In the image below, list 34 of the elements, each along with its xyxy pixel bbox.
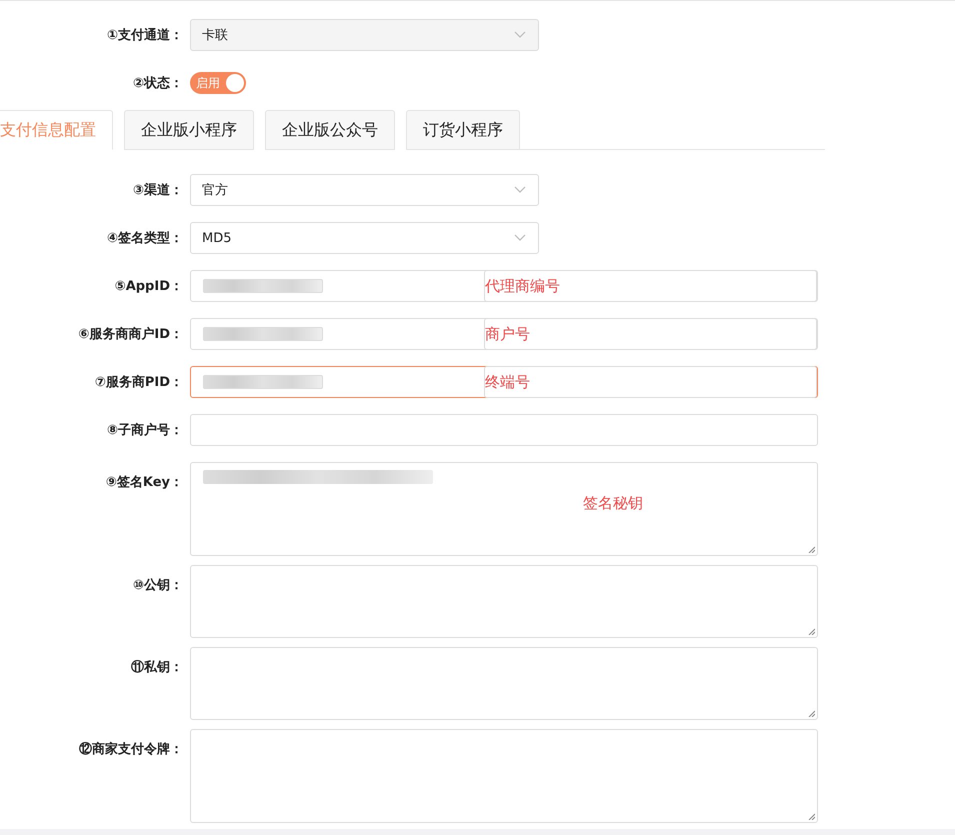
- chevron-down-icon: [514, 234, 526, 242]
- annotation-text: 签名秘钥: [583, 494, 643, 513]
- resize-handle-icon[interactable]: [808, 546, 815, 553]
- field-label: ⑩公钥：: [132, 577, 183, 594]
- tab[interactable]: 企业版公众号: [265, 110, 395, 150]
- tab[interactable]: 订货小程序: [406, 110, 520, 150]
- field-label: ①支付通道：: [106, 27, 183, 44]
- field-label: ⑦服务商PID：: [94, 374, 183, 391]
- input-field[interactable]: 商户号: [190, 318, 818, 350]
- field-label: ③渠道：: [132, 182, 183, 199]
- field-label: ⑨签名Key：: [104, 474, 183, 491]
- field-label: ⑫商家支付令牌：: [78, 740, 183, 758]
- chevron-down-icon: [514, 186, 526, 194]
- field-label: ⑧子商户号：: [106, 422, 183, 439]
- resize-handle-icon[interactable]: [808, 813, 815, 820]
- annotation-text: 商户号: [484, 318, 817, 350]
- field-label: ②状态：: [132, 75, 183, 92]
- field-label: ④签名类型：: [106, 230, 183, 247]
- channel-select[interactable]: 卡联: [190, 19, 539, 51]
- resize-handle-icon[interactable]: [808, 710, 815, 717]
- dropdown-select[interactable]: MD5: [190, 222, 539, 254]
- input-field[interactable]: [190, 414, 818, 446]
- input-field[interactable]: 终端号: [190, 366, 818, 398]
- input-field[interactable]: 代理商编号: [190, 270, 818, 302]
- field-label: ⑪私钥：: [130, 659, 183, 676]
- field-label: ⑤AppID：: [114, 278, 183, 295]
- annotation-text: 代理商编号: [484, 270, 817, 302]
- chevron-down-icon: [514, 31, 526, 39]
- field-label: ⑥服务商商户ID：: [77, 326, 183, 343]
- resize-handle-icon[interactable]: [808, 628, 815, 635]
- annotation-text: 终端号: [484, 366, 817, 398]
- dropdown-select[interactable]: 官方: [190, 174, 539, 206]
- text-area[interactable]: 签名秘钥: [190, 462, 818, 556]
- tab[interactable]: 企业版小程序: [124, 110, 254, 150]
